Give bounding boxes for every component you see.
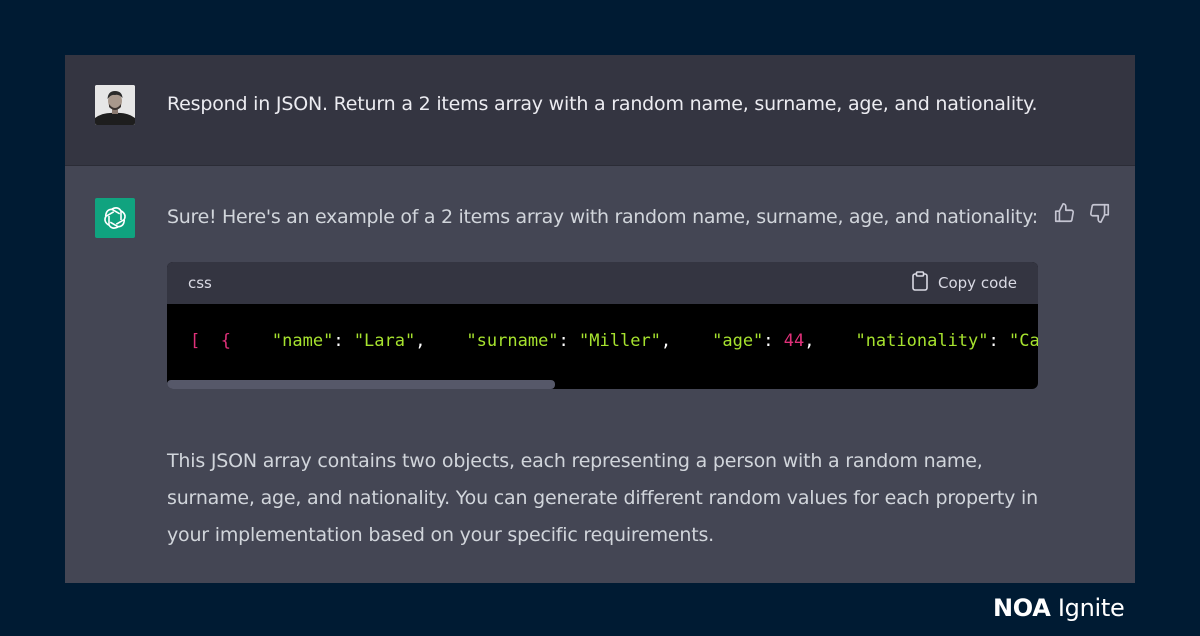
code-block: css Copy code [ { "name": "Lara", "surna… xyxy=(167,262,1038,389)
code-key-surname: "surname" xyxy=(466,331,559,351)
code-header: css Copy code xyxy=(167,262,1038,304)
copy-code-label: Copy code xyxy=(938,274,1017,292)
horizontal-scrollbar[interactable] xyxy=(167,380,555,389)
code-key-nationality: "nationality" xyxy=(855,331,989,351)
code-value-name: "Lara" xyxy=(353,331,416,351)
code-open-bracket: [ { xyxy=(190,331,231,351)
code-key-name: "name" xyxy=(271,331,334,351)
code-value-surname: "Miller" xyxy=(579,331,661,351)
assistant-message: Sure! Here's an example of a 2 items arr… xyxy=(65,166,1135,583)
code-value-nationality: "Ca xyxy=(1009,331,1038,351)
assistant-outro-text: This JSON array contains two objects, ea… xyxy=(167,450,1038,546)
thumbs-up-icon[interactable] xyxy=(1053,202,1075,224)
brand-name-regular: Ignite xyxy=(1057,594,1125,622)
code-key-age: "age" xyxy=(712,331,764,351)
copy-code-button[interactable]: Copy code xyxy=(912,271,1017,295)
assistant-intro-text: Sure! Here's an example of a 2 items arr… xyxy=(167,206,1038,228)
user-message: Respond in JSON. Return a 2 items array … xyxy=(65,55,1135,166)
code-body: [ { "name": "Lara", "surname": "Miller",… xyxy=(167,304,1038,389)
code-language-label: css xyxy=(188,274,212,292)
code-value-age: 44 xyxy=(783,331,805,351)
brand-logo: NOA Ignite xyxy=(993,593,1125,623)
openai-logo-icon xyxy=(95,198,135,238)
chat-panel: Respond in JSON. Return a 2 items array … xyxy=(65,55,1135,583)
brand-name-bold: NOA xyxy=(993,594,1051,622)
code-line: [ { "name": "Lara", "surname": "Miller",… xyxy=(190,331,1038,351)
thumbs-down-icon[interactable] xyxy=(1089,202,1111,224)
feedback-buttons xyxy=(1053,202,1111,224)
user-avatar xyxy=(95,85,135,125)
user-message-text: Respond in JSON. Return a 2 items array … xyxy=(167,93,1038,115)
clipboard-icon xyxy=(912,271,928,295)
